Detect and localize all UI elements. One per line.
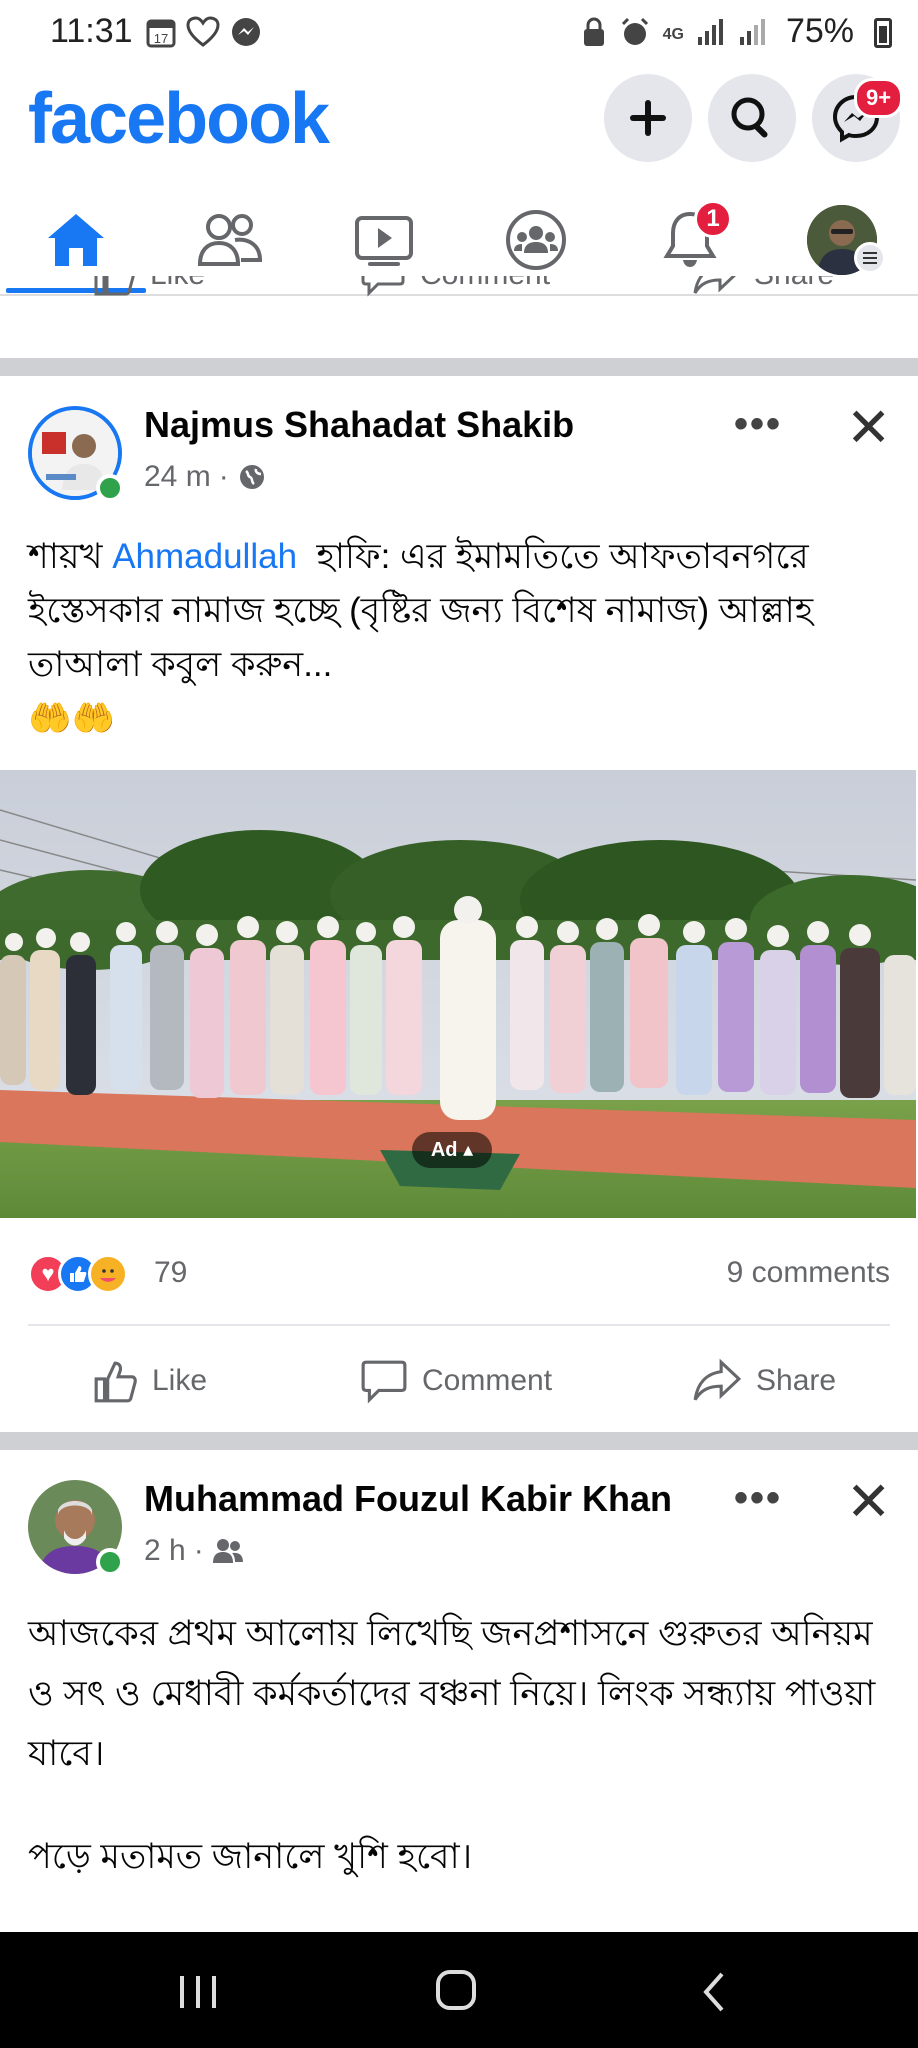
friends-audience-icon <box>212 1539 243 1563</box>
tab-watch[interactable] <box>314 190 454 290</box>
share-icon <box>693 1358 742 1401</box>
watch-icon <box>355 216 413 266</box>
share-icon <box>693 276 737 294</box>
post-text-2: পড়ে মতামত জানালে খুশি হবো। <box>28 1837 473 1876</box>
groups-icon <box>506 210 566 270</box>
comment-icon <box>361 1360 407 1404</box>
heart-icon <box>186 16 220 53</box>
home-icon <box>48 214 104 266</box>
back-icon <box>703 1972 724 2012</box>
messenger-badge: 9+ <box>854 78 904 118</box>
post-time[interactable]: 2 h <box>144 1534 186 1568</box>
globe-icon <box>239 465 264 489</box>
care-reaction-icon <box>88 1254 128 1294</box>
comment-label: Comment <box>420 276 550 292</box>
recent-apps-button[interactable] <box>176 1972 220 2017</box>
calendar-icon: 17 <box>146 16 176 53</box>
share-label: Share <box>756 1364 837 1397</box>
messenger-status-icon <box>230 16 262 53</box>
reaction-summary[interactable]: ♥ 79 9 comments <box>28 1248 890 1298</box>
post-options-icon[interactable]: ••• <box>734 1476 782 1521</box>
close-icon[interactable]: ✕ <box>846 396 891 459</box>
online-indicator <box>96 474 124 502</box>
divider <box>28 1324 890 1326</box>
svg-text:17: 17 <box>154 31 168 46</box>
comment-count[interactable]: 9 comments <box>727 1256 890 1290</box>
alarm-lock-icon <box>581 16 607 53</box>
feed-separator <box>0 1432 918 1450</box>
comment-icon <box>361 276 405 297</box>
tab-profile[interactable] <box>772 190 912 290</box>
comment-button[interactable]: Comment <box>360 276 550 310</box>
author-name[interactable]: Najmus Shahadat Shakib <box>144 404 574 446</box>
menu-icon[interactable] <box>854 242 886 274</box>
tab-notifications[interactable] <box>620 190 760 290</box>
post-meta: 24 m · <box>144 460 267 494</box>
alarm-icon <box>619 16 651 53</box>
post-options-icon[interactable]: ••• <box>734 402 782 447</box>
post-text: শায়খ Ahmadullah হাফি: এর ইমামতিতে আফতাব… <box>28 530 898 746</box>
friends-icon <box>197 214 263 266</box>
like-icon <box>94 1361 137 1403</box>
plus-icon <box>630 100 666 136</box>
share-label: Share <box>754 276 834 292</box>
home-system-button[interactable] <box>434 1968 478 2017</box>
ad-badge-label: Ad <box>430 1139 458 1161</box>
reaction-count: 79 <box>154 1256 188 1289</box>
signal-icon <box>696 17 726 52</box>
ad-badge[interactable]: Ad ▴ <box>412 1132 492 1168</box>
post-emoji: 🤲🤲 <box>28 699 116 738</box>
search-button[interactable] <box>708 74 796 162</box>
reaction-icons: ♥ <box>28 1254 128 1294</box>
mention-link[interactable]: Ahmadullah <box>112 537 297 576</box>
like-icon <box>94 276 135 296</box>
like-label: Like <box>150 276 205 292</box>
dot-separator: · <box>193 1534 204 1567</box>
author-name[interactable]: Muhammad Fouzul Kabir Khan <box>144 1478 672 1520</box>
tab-friends[interactable] <box>160 190 300 290</box>
battery-icon <box>874 18 892 48</box>
like-button[interactable]: Like <box>92 1346 207 1416</box>
status-bar: 11:31 17 4G 75% <box>0 0 918 64</box>
status-time: 11:31 <box>50 12 133 50</box>
feed-separator <box>0 358 918 376</box>
signal-2-icon <box>738 17 768 52</box>
tab-home[interactable] <box>6 190 146 290</box>
prev-post-actions: Like Comment Share <box>0 276 918 316</box>
dot-separator: · <box>218 460 229 493</box>
network-4g-icon: 4G <box>662 25 684 43</box>
like-button[interactable]: Like <box>92 276 205 310</box>
post-meta: 2 h · <box>144 1534 244 1568</box>
post-actions: Like Comment Share <box>0 1346 918 1416</box>
battery-percentage: 75% <box>785 12 854 50</box>
tab-groups[interactable] <box>466 190 606 290</box>
facebook-logo[interactable]: facebook <box>28 78 330 160</box>
back-button[interactable] <box>698 1970 730 2019</box>
recent-apps-icon <box>180 1976 216 2008</box>
post-text-before-mention: শায়খ <box>28 537 113 576</box>
share-button[interactable]: Share <box>692 1346 836 1416</box>
comment-button[interactable]: Comment <box>360 1346 552 1416</box>
notification-badge: 1 <box>694 200 732 238</box>
search-icon <box>731 97 768 138</box>
share-button[interactable]: Share <box>692 276 834 310</box>
close-icon[interactable]: ✕ <box>846 1470 891 1533</box>
system-nav-bar <box>0 1932 918 2048</box>
home-circle-icon <box>436 1970 476 2010</box>
online-indicator <box>96 1548 124 1576</box>
like-label: Like <box>152 1364 208 1397</box>
comment-label: Comment <box>422 1364 553 1397</box>
post-text: আজকের প্রথম আলোয় লিখেছি জনপ্রশাসনে গুরু… <box>28 1614 876 1773</box>
create-button[interactable] <box>604 74 692 162</box>
post-time[interactable]: 24 m <box>144 460 211 494</box>
